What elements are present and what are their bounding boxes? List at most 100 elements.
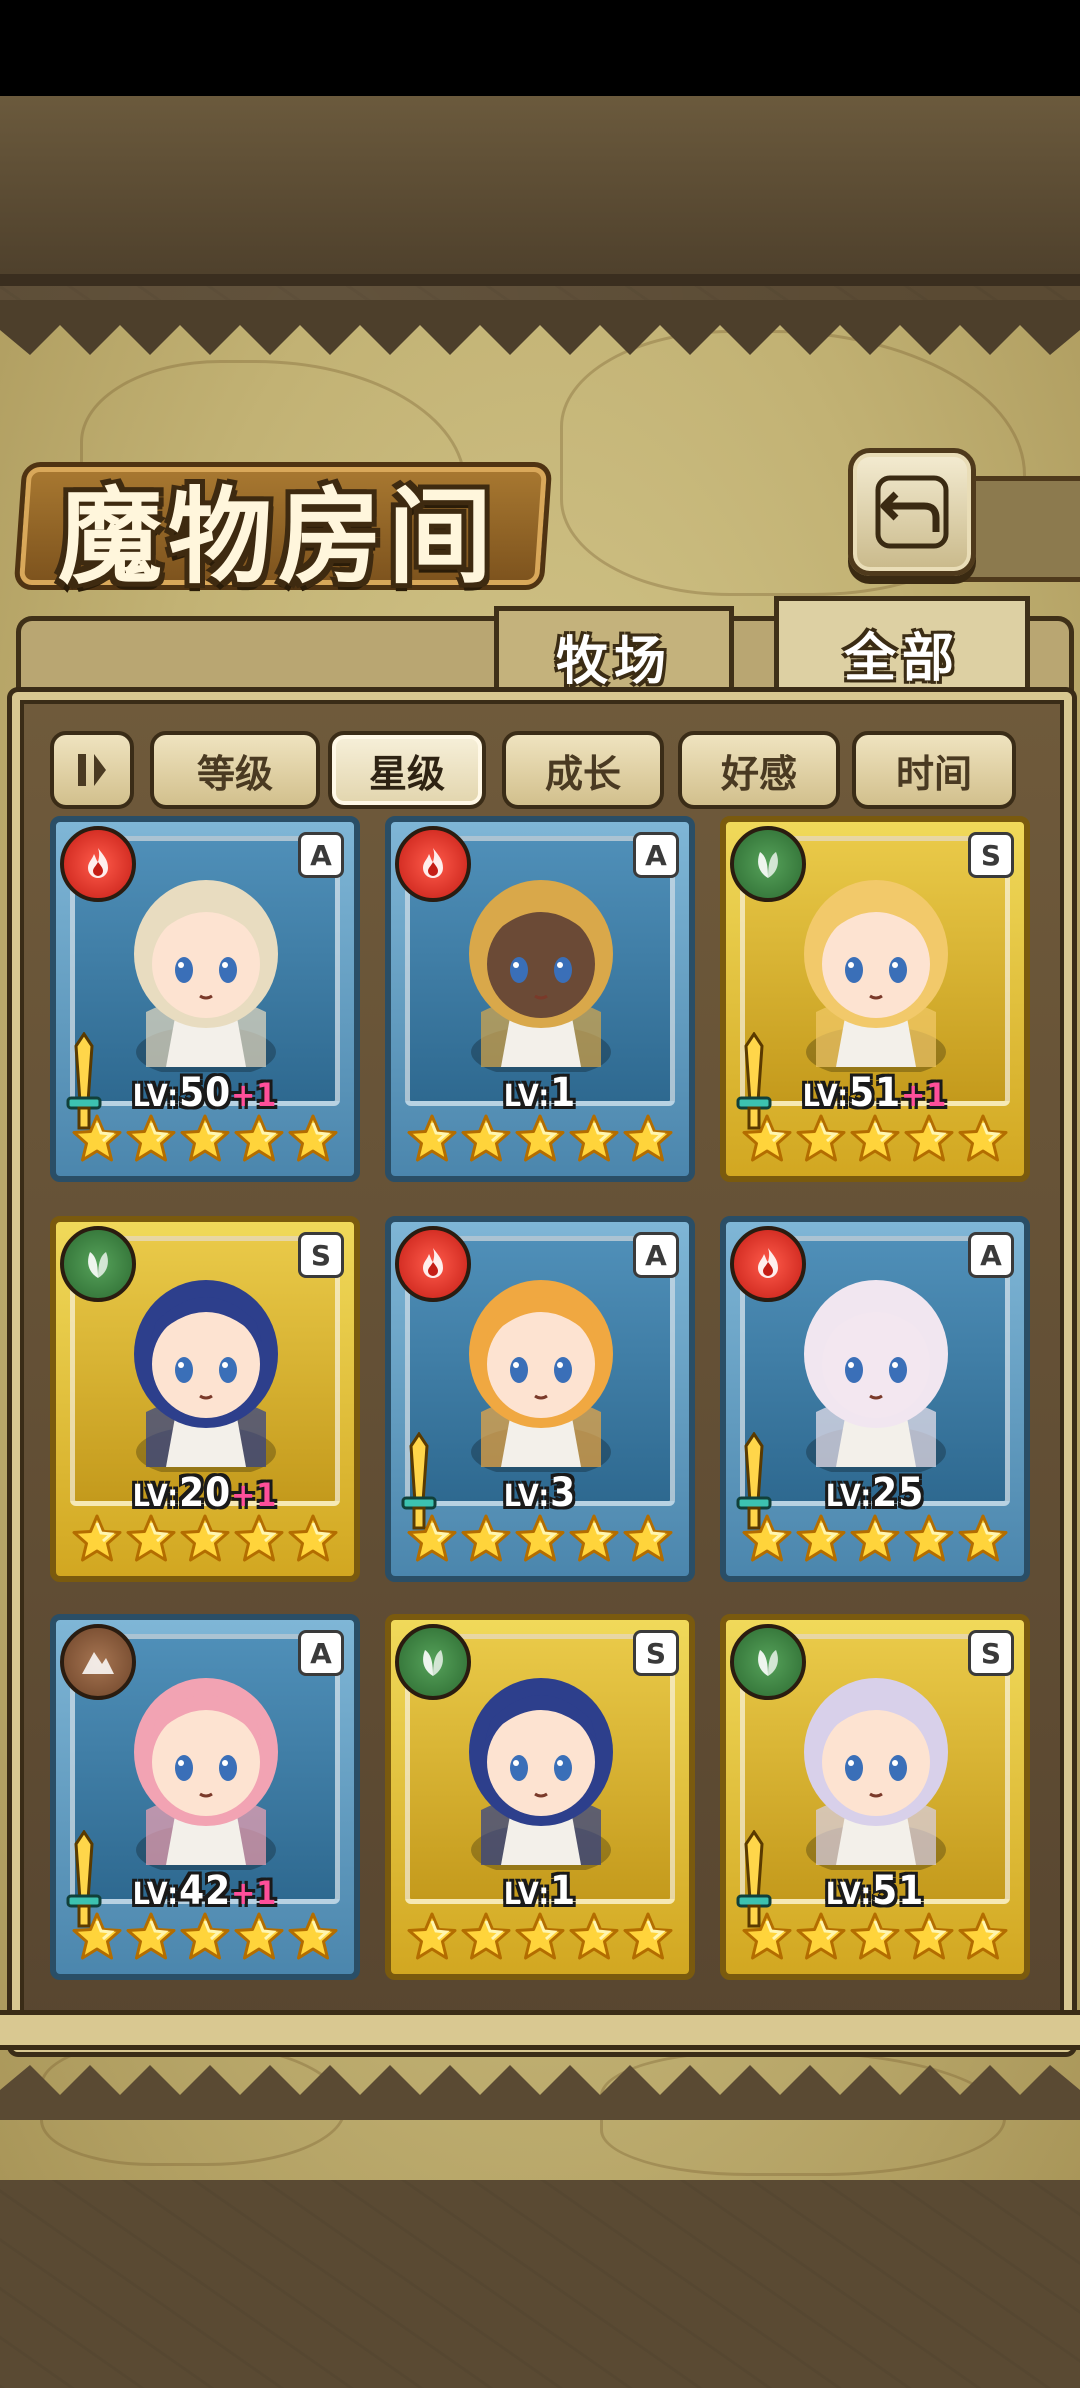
level-prefix: LV: — [802, 1079, 850, 1114]
star-rating — [70, 1110, 340, 1168]
star-icon — [287, 1513, 339, 1565]
star-icon — [568, 1513, 620, 1565]
star-icon — [71, 1113, 123, 1165]
star-icon — [514, 1911, 566, 1963]
star-icon — [957, 1113, 1009, 1165]
star-icon — [179, 1513, 231, 1565]
star-icon — [287, 1911, 339, 1963]
monster-portrait — [134, 1678, 278, 1870]
monster-portrait — [804, 1280, 948, 1472]
star-icon — [795, 1513, 847, 1565]
star-icon — [125, 1113, 177, 1165]
star-icon — [957, 1513, 1009, 1565]
monster-portrait — [134, 1280, 278, 1472]
back-button-rail — [960, 476, 1080, 582]
level-prefix: LV: — [132, 1877, 180, 1912]
star-icon — [568, 1113, 620, 1165]
star-icon — [406, 1911, 458, 1963]
sort-time-button[interactable]: 时间 — [852, 731, 1016, 809]
star-icon — [849, 1513, 901, 1565]
sort-level-button[interactable]: 等级 — [150, 731, 320, 809]
level-prefix: LV: — [503, 1479, 551, 1514]
earth-element-icon — [60, 1624, 136, 1700]
star-rating — [70, 1510, 340, 1568]
sort-stars-button[interactable]: 星级 — [328, 731, 486, 809]
status-bar — [0, 0, 1080, 96]
fire-element-icon — [395, 826, 471, 902]
star-icon — [71, 1513, 123, 1565]
rank-badge: S — [968, 1630, 1014, 1676]
back-button[interactable] — [848, 448, 976, 576]
panel-bottom-rail — [0, 2010, 1080, 2050]
wood-element-icon — [730, 1624, 806, 1700]
monster-portrait — [134, 880, 278, 1072]
star-icon — [849, 1113, 901, 1165]
monster-portrait — [469, 880, 613, 1072]
star-icon — [406, 1113, 458, 1165]
star-rating — [70, 1908, 340, 1966]
star-icon — [622, 1911, 674, 1963]
sort-growth-button[interactable]: 成长 — [502, 731, 664, 809]
sort-affection-button[interactable]: 好感 — [678, 731, 840, 809]
sort-order-toggle[interactable] — [50, 731, 134, 809]
star-rating — [405, 1510, 675, 1568]
monster-card[interactable]: A LV:1 — [385, 816, 695, 1182]
star-icon — [957, 1911, 1009, 1963]
level-bonus: +1 — [901, 1076, 948, 1114]
rank-badge: A — [968, 1232, 1014, 1278]
star-rating — [405, 1110, 675, 1168]
star-icon — [514, 1513, 566, 1565]
monster-portrait — [804, 1678, 948, 1870]
star-icon — [179, 1911, 231, 1963]
monster-card[interactable]: S LV:51 — [720, 1614, 1030, 1980]
star-icon — [903, 1513, 955, 1565]
page-title: 魔物房间 — [58, 475, 499, 598]
sort-order-icon — [78, 754, 106, 786]
rank-badge: A — [298, 1630, 344, 1676]
monster-card[interactable]: A LV:25 — [720, 1216, 1030, 1582]
tab-all[interactable]: 全部 — [774, 596, 1030, 705]
star-icon — [903, 1911, 955, 1963]
torn-edge-top — [0, 300, 1080, 355]
star-rating — [740, 1110, 1010, 1168]
star-icon — [287, 1113, 339, 1165]
star-icon — [622, 1513, 674, 1565]
monster-card[interactable]: A LV:3 — [385, 1216, 695, 1582]
star-rating — [740, 1510, 1010, 1568]
monster-card[interactable]: S LV:1 — [385, 1614, 695, 1980]
star-icon — [179, 1113, 231, 1165]
rank-badge: A — [633, 832, 679, 878]
star-icon — [741, 1113, 793, 1165]
wood-element-icon — [60, 1226, 136, 1302]
return-arrow-icon — [875, 475, 949, 549]
star-icon — [849, 1911, 901, 1963]
tab-pasture[interactable]: 牧场 — [494, 606, 734, 701]
top-map-strip — [0, 96, 1080, 286]
monster-card[interactable]: S LV:20+1 — [50, 1216, 360, 1582]
level-prefix: LV: — [503, 1079, 551, 1114]
level-bonus: +1 — [231, 1076, 278, 1114]
monster-card[interactable]: A LV:50+1 — [50, 816, 360, 1182]
star-icon — [125, 1911, 177, 1963]
monster-card[interactable]: A LV:42+1 — [50, 1614, 360, 1980]
star-icon — [568, 1911, 620, 1963]
star-icon — [125, 1513, 177, 1565]
level-bonus: +1 — [231, 1476, 278, 1514]
star-rating — [740, 1908, 1010, 1966]
level-bonus: +1 — [231, 1874, 278, 1912]
wood-element-icon — [395, 1624, 471, 1700]
fire-element-icon — [60, 826, 136, 902]
monster-card[interactable]: S LV:51+1 — [720, 816, 1030, 1182]
star-icon — [233, 1113, 285, 1165]
rank-badge: S — [968, 832, 1014, 878]
fire-element-icon — [730, 1226, 806, 1302]
star-icon — [741, 1513, 793, 1565]
wood-element-icon — [730, 826, 806, 902]
star-icon — [460, 1513, 512, 1565]
rank-badge: A — [298, 832, 344, 878]
rank-badge: S — [298, 1232, 344, 1278]
level-prefix: LV: — [132, 1079, 180, 1114]
monster-portrait — [469, 1280, 613, 1472]
level-prefix: LV: — [503, 1877, 551, 1912]
star-icon — [460, 1113, 512, 1165]
